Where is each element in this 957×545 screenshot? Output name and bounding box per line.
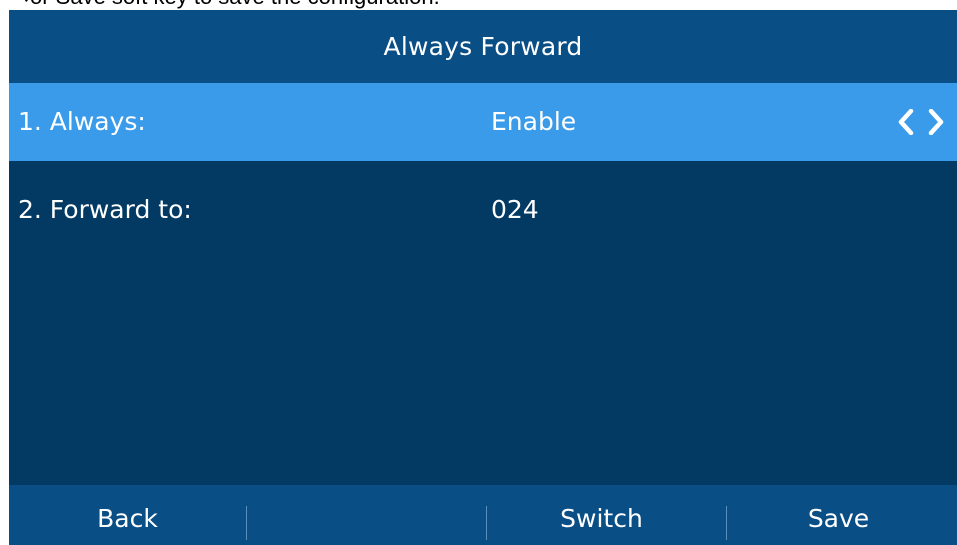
back-softkey[interactable]: Back — [9, 485, 246, 545]
softkey-bar: Back Switch Save — [9, 485, 957, 545]
left-chevron-icon[interactable] — [895, 105, 917, 139]
row-label-always: 1. Always: — [18, 107, 146, 136]
row-value-forward-to: 024 — [491, 195, 539, 224]
empty-softkey[interactable] — [246, 485, 483, 545]
instruction-caption-text: or Save soft key to save the configurati… — [30, 0, 440, 9]
page-title: Always Forward — [383, 32, 583, 61]
phone-screen: Always Forward 1. Always: Enable 2. Forw… — [9, 10, 957, 545]
save-softkey[interactable]: Save — [720, 485, 957, 545]
row-label-forward-to: 2. Forward to: — [18, 195, 192, 224]
switch-softkey[interactable]: Switch — [483, 485, 720, 545]
menu-row-always[interactable]: 1. Always: Enable — [9, 83, 957, 161]
right-chevron-icon[interactable] — [925, 105, 947, 139]
instruction-caption: ⟶or Save soft key to save the configurat… — [0, 0, 440, 10]
right-arrow-icon: ⟶ — [0, 0, 32, 10]
title-bar: Always Forward — [9, 10, 957, 83]
instruction-caption-strip: ⟶or Save soft key to save the configurat… — [0, 0, 957, 10]
value-switch-arrows — [895, 83, 947, 161]
menu-row-forward-to[interactable]: 2. Forward to: 024 — [9, 171, 957, 249]
row-value-always: Enable — [491, 107, 577, 136]
